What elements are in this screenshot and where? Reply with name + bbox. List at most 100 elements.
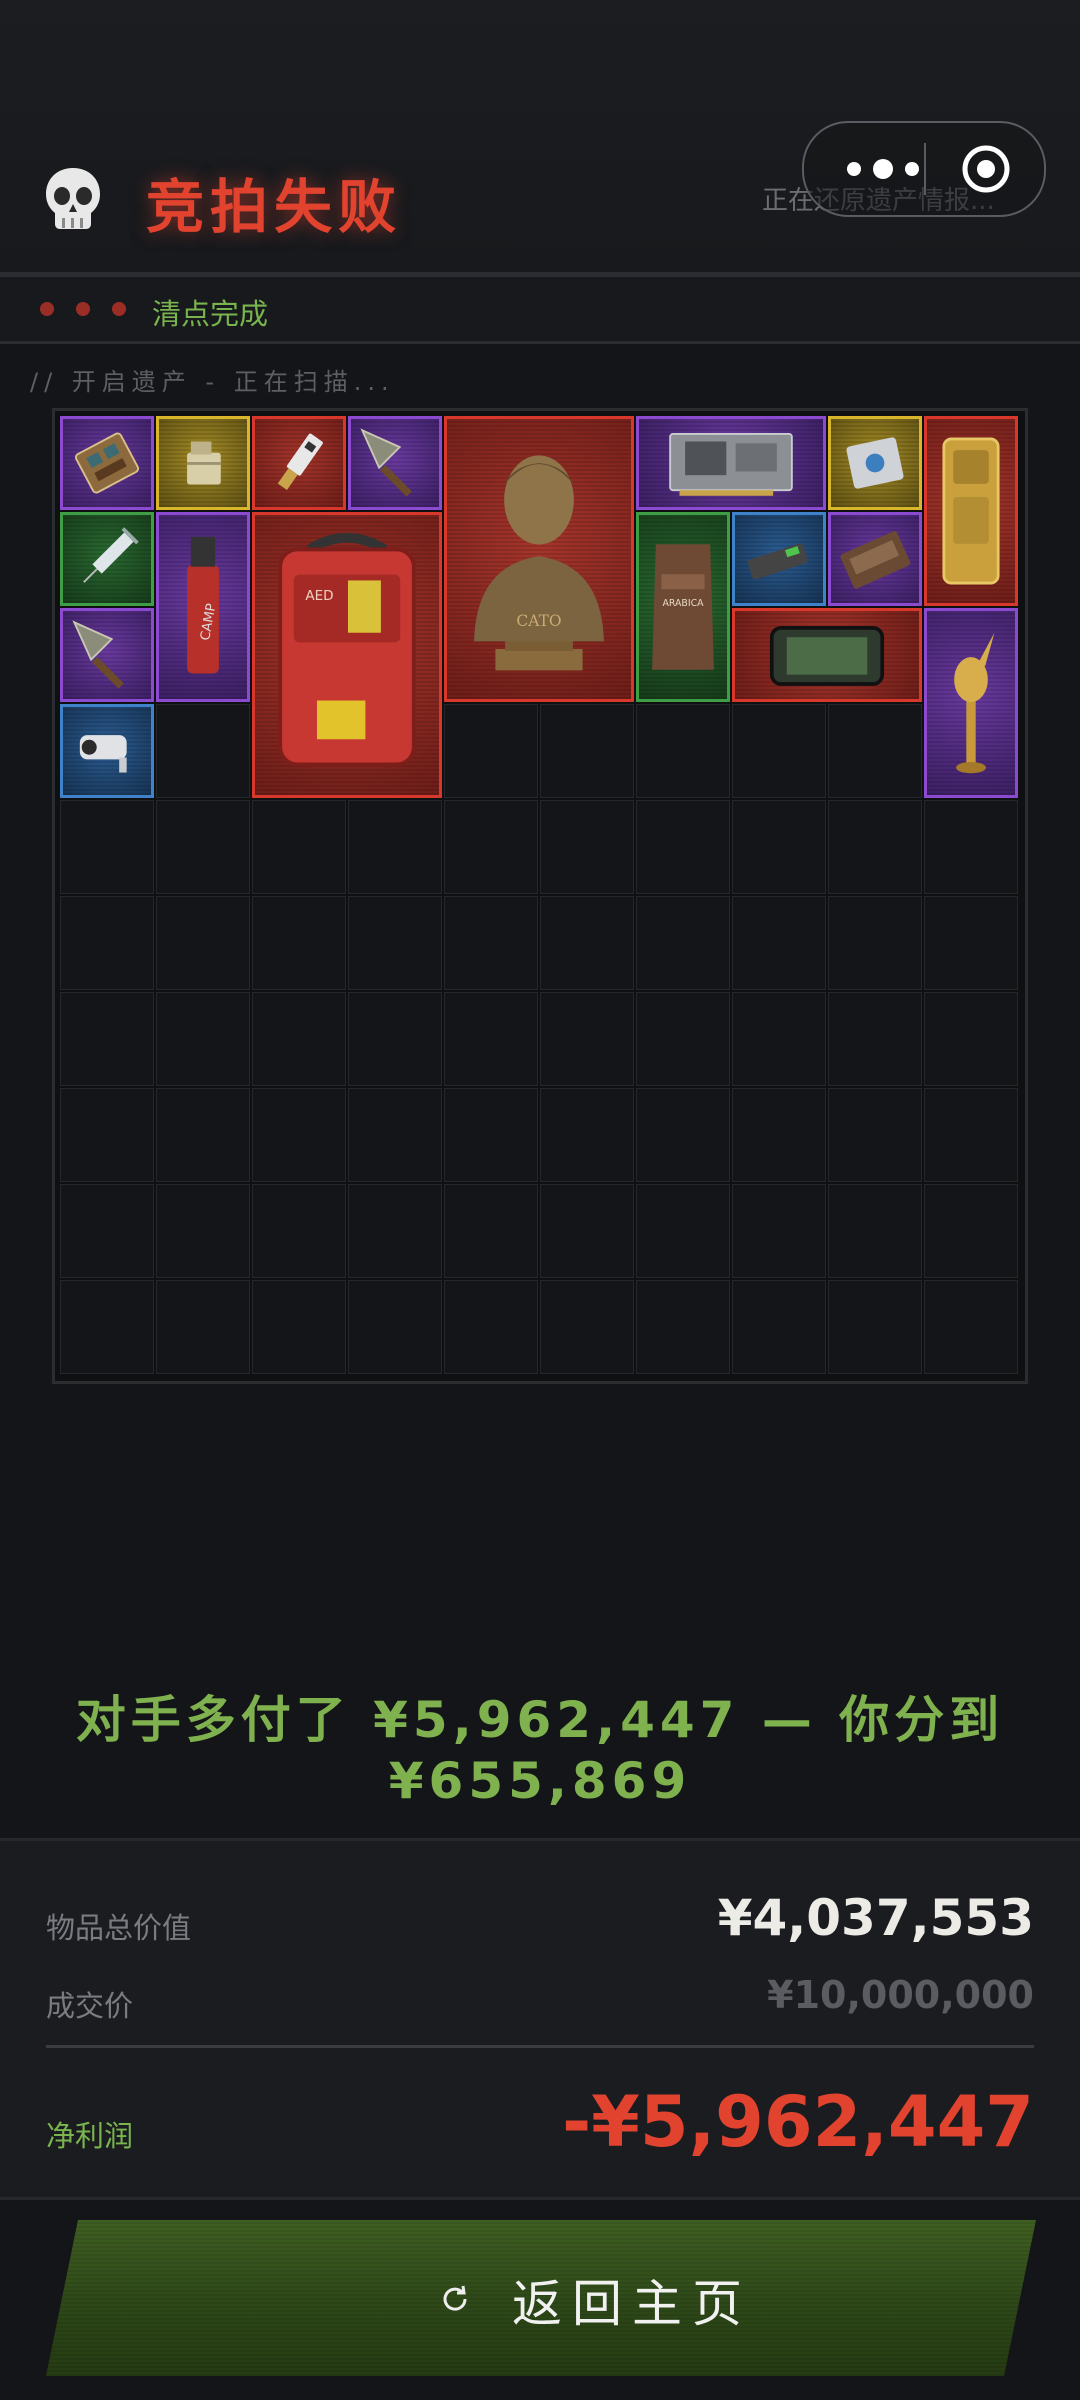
grid-cell xyxy=(636,1088,730,1182)
item-slot[interactable]: CATO xyxy=(444,416,634,702)
usb-drive-icon xyxy=(277,433,323,490)
grid-cell xyxy=(636,1280,730,1374)
svg-text:ARABICA: ARABICA xyxy=(662,598,704,609)
close-miniprogram-icon[interactable] xyxy=(961,144,1011,194)
grid-cell xyxy=(924,800,1018,894)
grid-cell xyxy=(924,1184,1018,1278)
coffee-bag-icon: ARABICA xyxy=(652,544,714,670)
grid-cell xyxy=(732,1280,826,1374)
grid-cell xyxy=(828,800,922,894)
page-title: 竞拍失败 xyxy=(146,173,403,241)
svg-text:AED: AED xyxy=(305,588,333,604)
grid-cell xyxy=(732,992,826,1086)
item-slot[interactable]: AED xyxy=(252,512,442,798)
grid-cell xyxy=(924,1088,1018,1182)
item-slot[interactable] xyxy=(732,608,922,702)
summary-panel: 物品总价值 ¥4,037,553 成交价 ¥10,000,000 净利润 -¥5… xyxy=(0,1838,1080,2200)
grid-cell xyxy=(540,896,634,990)
syringe-icon xyxy=(83,527,139,583)
item-slot[interactable] xyxy=(924,416,1018,606)
return-home-button[interactable]: 返回主页 xyxy=(46,2220,1036,2376)
grid-cell xyxy=(444,1280,538,1374)
grid-cell xyxy=(924,896,1018,990)
cpu-chip-icon xyxy=(846,437,904,489)
deal-price-label: 成交价 xyxy=(46,1989,134,2023)
result-line-2: ¥655,869 xyxy=(388,1752,692,1810)
grid-cell xyxy=(156,992,250,1086)
grid-cell xyxy=(828,896,922,990)
grid-cell xyxy=(348,800,442,894)
header-bar: 竞拍失败 正在还原遗产情报... xyxy=(0,0,1080,277)
grid-cell xyxy=(348,896,442,990)
items-total-value: ¥4,037,553 xyxy=(717,1889,1034,1947)
net-profit-label: 净利润 xyxy=(46,2119,134,2153)
grid-cell xyxy=(444,896,538,990)
grid-cell xyxy=(156,896,250,990)
status-dot xyxy=(76,302,90,316)
item-slot[interactable] xyxy=(156,416,250,510)
graphics-card-icon xyxy=(669,433,793,496)
grid-cell xyxy=(540,1184,634,1278)
net-profit-value: -¥5,962,447 xyxy=(562,2081,1034,2163)
grid-cell xyxy=(540,992,634,1086)
security-camera-icon xyxy=(79,735,127,773)
item-slot[interactable] xyxy=(732,512,826,606)
grid-cell xyxy=(252,1280,346,1374)
status-dot xyxy=(112,302,126,316)
grid-cell xyxy=(348,1184,442,1278)
grid-cell xyxy=(732,896,826,990)
item-slot[interactable] xyxy=(828,416,922,510)
grid-cell xyxy=(636,1184,730,1278)
grid-cell xyxy=(828,1280,922,1374)
grid-cell xyxy=(636,704,730,798)
grid-cell xyxy=(348,1088,442,1182)
grid-cell xyxy=(252,1088,346,1182)
grid-cell xyxy=(156,1280,250,1374)
capsule-divider xyxy=(924,143,926,195)
grid-cell xyxy=(252,1184,346,1278)
item-slot[interactable]: CAMP xyxy=(156,512,250,702)
item-slot[interactable] xyxy=(348,416,442,510)
item-slot[interactable]: ARABICA xyxy=(636,512,730,702)
item-slot[interactable] xyxy=(252,416,346,510)
grid-cell xyxy=(636,992,730,1086)
grid-cell xyxy=(444,1184,538,1278)
usb-stick-icon xyxy=(747,543,808,580)
grid-cell xyxy=(156,800,250,894)
grid-cell xyxy=(252,992,346,1086)
grid-cell xyxy=(60,1280,154,1374)
cassette-tape-icon xyxy=(840,531,911,589)
grid-cell xyxy=(732,800,826,894)
item-slot[interactable] xyxy=(60,608,154,702)
grid-cell xyxy=(156,704,250,798)
inventory-grid: CATO CAMP AED ARABICA xyxy=(52,408,1028,1384)
grid-cell xyxy=(732,1088,826,1182)
status-text: 清点完成 xyxy=(152,297,269,331)
grid-cell xyxy=(60,1088,154,1182)
grid-cell xyxy=(60,800,154,894)
grid-cell xyxy=(444,1088,538,1182)
item-slot[interactable] xyxy=(924,608,1018,798)
gas-canister-icon: CAMP xyxy=(187,536,219,674)
grid-cell xyxy=(60,896,154,990)
tablet-device-icon xyxy=(769,625,885,686)
grid-cell xyxy=(444,704,538,798)
grid-cell xyxy=(636,896,730,990)
more-options-icon[interactable] xyxy=(840,157,926,181)
grid-cell xyxy=(444,800,538,894)
grid-cell xyxy=(540,1088,634,1182)
arrowhead-icon xyxy=(72,620,124,689)
items-total-label: 物品总价值 xyxy=(46,1911,192,1945)
item-slot[interactable] xyxy=(60,704,154,798)
scan-text: // 开启遗产 - 正在扫描... xyxy=(30,368,395,396)
return-home-label: 返回主页 xyxy=(512,2275,752,2333)
item-slot[interactable] xyxy=(60,416,154,510)
item-slot[interactable] xyxy=(828,512,922,606)
item-slot[interactable] xyxy=(636,416,826,510)
item-slot[interactable] xyxy=(60,512,154,606)
status-dot xyxy=(40,302,54,316)
grid-cell xyxy=(540,800,634,894)
summary-divider xyxy=(46,2045,1034,2048)
skull-icon xyxy=(46,168,100,229)
refresh-icon xyxy=(438,2282,472,2316)
